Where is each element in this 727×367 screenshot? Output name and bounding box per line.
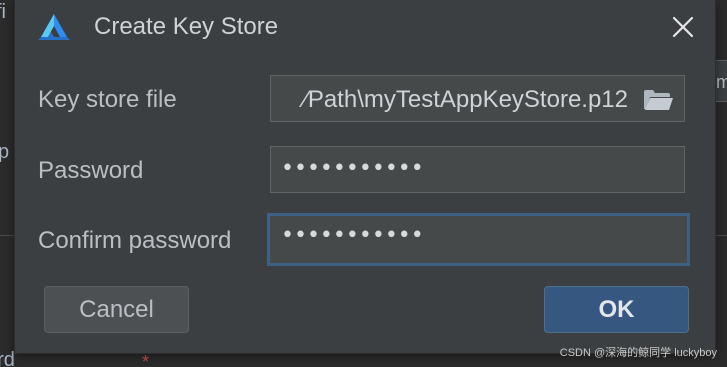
password-masked-value: ••••••••••• xyxy=(281,156,424,181)
key-store-file-label: Key store file xyxy=(38,86,177,113)
watermark: CSDN @深海的鲸同学 luckyboy xyxy=(559,347,717,359)
folder-open-icon[interactable] xyxy=(642,88,674,112)
close-icon[interactable] xyxy=(668,12,698,42)
ok-button[interactable]: OK xyxy=(544,286,689,333)
confirm-password-label: Confirm password xyxy=(38,227,232,254)
key-store-file-row: Key store file ⁄Path\myTestAppKeyStore.p… xyxy=(15,75,715,125)
dialog-titlebar: Create Key Store xyxy=(15,0,715,54)
create-key-store-dialog: Create Key Store Key store file ⁄Path\my… xyxy=(14,0,716,354)
background-text-fragment: ord xyxy=(0,349,15,367)
key-store-path-value: ⁄Path\myTestAppKeyStore.p12 xyxy=(303,86,628,113)
confirm-password-field[interactable]: ••••••••••• xyxy=(267,213,690,266)
cancel-button[interactable]: Cancel xyxy=(44,286,189,333)
screen: fi p ord * m Create Key Store xyxy=(0,0,727,367)
dialog-title: Create Key Store xyxy=(94,13,279,40)
confirm-password-masked-value: ••••••••••• xyxy=(281,223,424,248)
background-divider xyxy=(0,235,14,236)
required-marker: * xyxy=(142,352,150,367)
key-store-file-field[interactable]: ⁄Path\myTestAppKeyStore.p12 xyxy=(270,75,685,122)
background-text-fragment: p xyxy=(0,141,10,163)
confirm-password-row: Confirm password ••••••••••• xyxy=(15,213,715,266)
password-row: Password ••••••••••• xyxy=(15,146,715,196)
background-text-fragment: fi xyxy=(0,1,6,23)
password-field[interactable]: ••••••••••• xyxy=(270,146,685,193)
background-editor-strip xyxy=(0,0,14,367)
background-text-fragment: m xyxy=(716,72,727,92)
app-logo-icon xyxy=(37,13,71,41)
password-label: Password xyxy=(38,157,144,184)
